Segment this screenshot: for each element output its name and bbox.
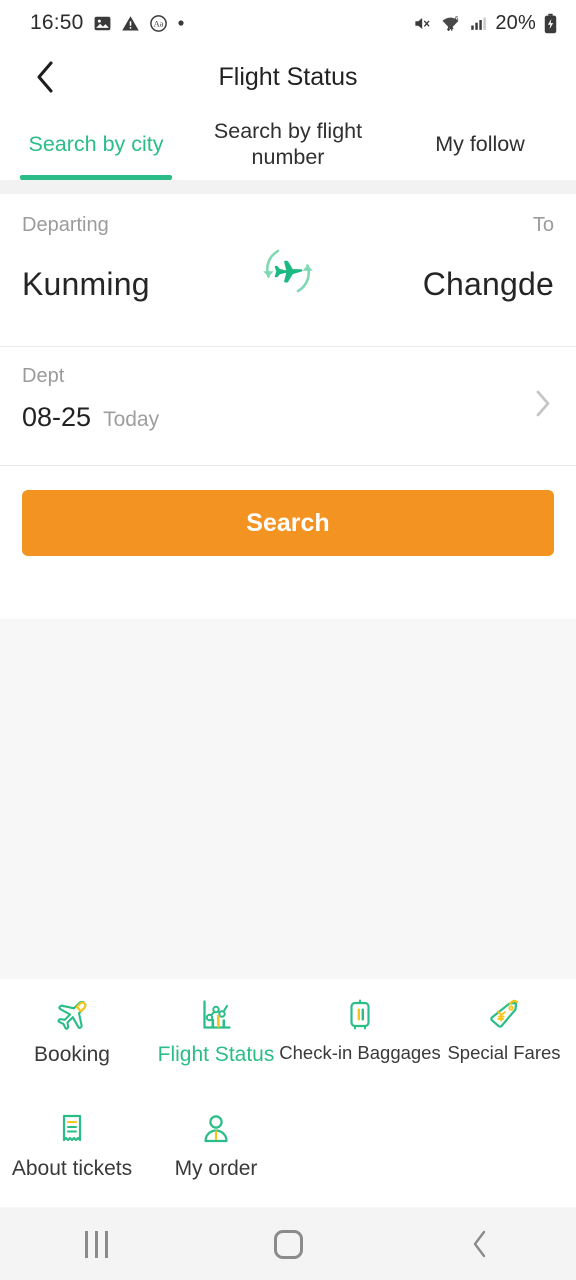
home-button[interactable] <box>192 1229 384 1259</box>
recents-button[interactable] <box>0 1230 192 1258</box>
person-icon <box>196 1107 236 1151</box>
departure-date-values: 08-25 Today <box>22 402 159 433</box>
font-size-icon: Aa <box>149 14 167 32</box>
page-title: Flight Status <box>218 62 358 91</box>
chart-icon <box>196 993 236 1037</box>
empty-results-area <box>0 619 576 979</box>
receipt-icon <box>52 1107 92 1151</box>
tab-label: Search by flight number <box>213 118 363 169</box>
quick-link-label: Booking <box>34 1043 110 1066</box>
svg-text:Aa: Aa <box>153 19 163 28</box>
system-back-button[interactable] <box>384 1229 576 1259</box>
search-button[interactable]: Search <box>22 490 554 556</box>
quick-link-label: Check-in Baggages <box>279 1042 441 1063</box>
dot-icon <box>177 20 184 26</box>
quick-link-flight-status[interactable]: Flight Status <box>144 979 288 1093</box>
date-chevron-button[interactable] <box>535 390 552 423</box>
app-screen: 16:50 Aa 6 20% Flight Status Search by c… <box>0 0 576 1280</box>
quick-links-row: About tickets My order <box>0 1093 576 1207</box>
chevron-right-icon <box>536 390 550 417</box>
image-icon <box>94 16 110 30</box>
search-section: Search <box>0 466 576 619</box>
quick-link-label: Special Fares <box>447 1042 561 1063</box>
airplane-icon <box>52 993 92 1037</box>
route-labels: Departing To <box>22 214 554 237</box>
destination-city-value[interactable]: Changde <box>423 266 554 303</box>
home-icon <box>273 1229 303 1259</box>
tab-bar: Search by city Search by flight number M… <box>0 108 576 180</box>
departure-date-row[interactable]: Dept 08-25 Today <box>0 347 576 465</box>
tab-search-by-flight-number[interactable]: Search by flight number <box>192 108 384 180</box>
suitcase-icon <box>340 993 380 1037</box>
quick-link-my-order[interactable]: My order <box>144 1093 288 1207</box>
warning-icon <box>121 15 139 30</box>
quick-link-label: About tickets <box>11 1157 133 1180</box>
status-bar-clock: 16:50 <box>30 11 84 34</box>
title-bar: Flight Status <box>0 46 576 108</box>
departing-label: Departing <box>22 214 109 236</box>
section-divider <box>0 180 576 194</box>
status-bar: 16:50 Aa 6 20% <box>0 0 576 46</box>
tab-label: Search by city <box>28 131 164 156</box>
quick-link-empty <box>288 1093 432 1207</box>
tab-label: My follow <box>435 131 525 156</box>
swap-airplane-icon <box>263 249 313 293</box>
cellular-signal-icon <box>471 17 487 30</box>
departure-date-value: 08-25 <box>22 402 92 432</box>
chevron-left-icon <box>37 61 53 93</box>
quick-link-empty <box>432 1093 576 1207</box>
tab-search-by-city[interactable]: Search by city <box>0 108 192 180</box>
status-bar-right: 6 20% <box>412 12 558 35</box>
quick-link-label: Flight Status <box>157 1043 275 1066</box>
departure-date-relative: Today <box>103 408 160 431</box>
quick-link-about-tickets[interactable]: About tickets <box>0 1093 144 1207</box>
departure-date-label: Dept <box>22 365 65 387</box>
quick-links-grid: Booking Flight Status Check-in Baggages … <box>0 979 576 1207</box>
departing-city-value[interactable]: Kunming <box>22 266 150 303</box>
quick-link-label: My order <box>174 1157 258 1180</box>
recents-icon <box>84 1230 108 1258</box>
system-navigation-bar <box>0 1208 576 1280</box>
tab-my-follow[interactable]: My follow <box>384 108 576 180</box>
mute-icon <box>415 17 430 29</box>
back-icon <box>473 1230 486 1258</box>
price-tag-icon <box>484 993 524 1037</box>
quick-link-checkin-baggages[interactable]: Check-in Baggages <box>279 979 441 1093</box>
quick-links-row: Booking Flight Status Check-in Baggages … <box>0 979 576 1093</box>
back-button[interactable] <box>22 46 68 108</box>
svg-text:6: 6 <box>455 15 459 22</box>
destination-label: To <box>532 214 554 236</box>
battery-percent-label: 20% <box>495 11 536 34</box>
quick-link-booking[interactable]: Booking <box>0 979 144 1093</box>
status-bar-left: 16:50 Aa <box>30 11 185 35</box>
wifi-icon: 6 <box>442 15 459 31</box>
swap-cities-button[interactable] <box>257 240 319 302</box>
battery-charging-icon <box>544 13 557 33</box>
quick-link-special-fares[interactable]: Special Fares <box>432 979 576 1093</box>
